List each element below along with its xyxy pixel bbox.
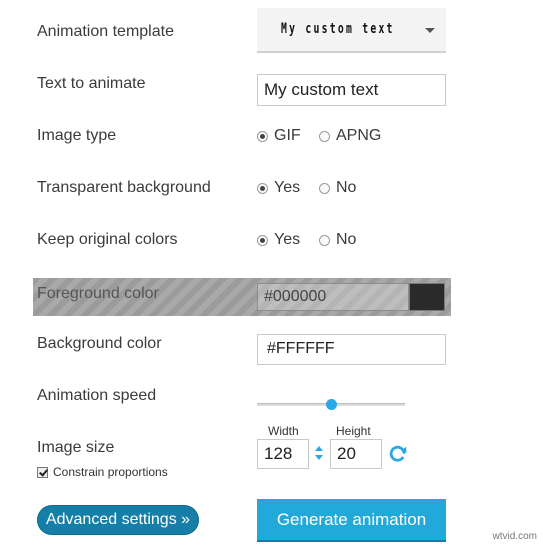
animation-template-select[interactable]: My custom text xyxy=(257,8,446,53)
radio-transparent-no[interactable]: No xyxy=(319,179,356,197)
animation-speed-label: Animation speed xyxy=(37,387,157,404)
radio-apng[interactable]: APNG xyxy=(319,127,381,145)
animation-template-label: Animation template xyxy=(37,23,174,40)
radio-keep-colors-no[interactable]: No xyxy=(319,231,356,249)
arrow-up-icon[interactable] xyxy=(315,446,323,451)
width-caption: Width xyxy=(268,424,299,438)
radio-transparent-yes-label: Yes xyxy=(274,179,301,196)
refresh-icon[interactable] xyxy=(388,444,408,464)
constrain-proportions-checkbox[interactable]: Constrain proportions xyxy=(37,465,168,479)
background-color-label: Background color xyxy=(37,335,162,352)
width-input[interactable]: 128 xyxy=(257,439,309,469)
slider-thumb[interactable] xyxy=(325,399,337,410)
radio-apng-dot[interactable] xyxy=(319,130,330,142)
watermark: wtvid.com xyxy=(492,531,537,542)
radio-keep-colors-yes-dot[interactable] xyxy=(257,234,268,246)
advanced-settings-button[interactable]: Advanced settings » xyxy=(37,505,199,535)
radio-apng-label: APNG xyxy=(336,127,382,144)
radio-transparent-no-dot[interactable] xyxy=(319,182,330,194)
foreground-color-label: Foreground color xyxy=(37,285,159,302)
generate-animation-button[interactable]: Generate animation xyxy=(257,499,446,542)
image-type-label: Image type xyxy=(37,127,117,144)
background-color-input[interactable]: #FFFFFF xyxy=(257,334,446,365)
caret-down-icon xyxy=(425,28,435,33)
radio-keep-colors-no-label: No xyxy=(336,231,357,248)
template-preview-text: My custom text xyxy=(281,21,395,38)
text-to-animate-label: Text to animate xyxy=(37,75,146,92)
foreground-color-row: Foreground color #000000 xyxy=(33,278,451,316)
animation-speed-slider[interactable] xyxy=(257,399,405,410)
up-down-arrows-icon[interactable] xyxy=(314,444,324,464)
text-to-animate-input[interactable]: My custom text xyxy=(257,74,446,106)
radio-keep-colors-no-dot[interactable] xyxy=(319,234,330,246)
height-caption: Height xyxy=(336,424,371,438)
radio-gif-dot[interactable] xyxy=(257,130,268,142)
radio-gif[interactable]: GIF xyxy=(257,127,301,145)
constrain-proportions-label: Constrain proportions xyxy=(53,465,168,479)
checkbox-box[interactable] xyxy=(37,466,48,478)
image-size-label: Image size xyxy=(37,439,115,456)
height-input[interactable]: 20 xyxy=(330,439,382,469)
foreground-color-input: #000000 xyxy=(257,283,409,311)
radio-transparent-yes-dot[interactable] xyxy=(257,182,268,194)
arrow-down-icon[interactable] xyxy=(315,455,323,460)
foreground-color-swatch xyxy=(409,283,445,311)
radio-transparent-no-label: No xyxy=(336,179,357,196)
keep-original-colors-label: Keep original colors xyxy=(37,231,178,248)
transparent-background-label: Transparent background xyxy=(37,179,211,196)
radio-transparent-yes[interactable]: Yes xyxy=(257,179,300,197)
radio-keep-colors-yes-label: Yes xyxy=(274,231,301,248)
radio-keep-colors-yes[interactable]: Yes xyxy=(257,231,300,249)
radio-gif-label: GIF xyxy=(274,127,301,144)
